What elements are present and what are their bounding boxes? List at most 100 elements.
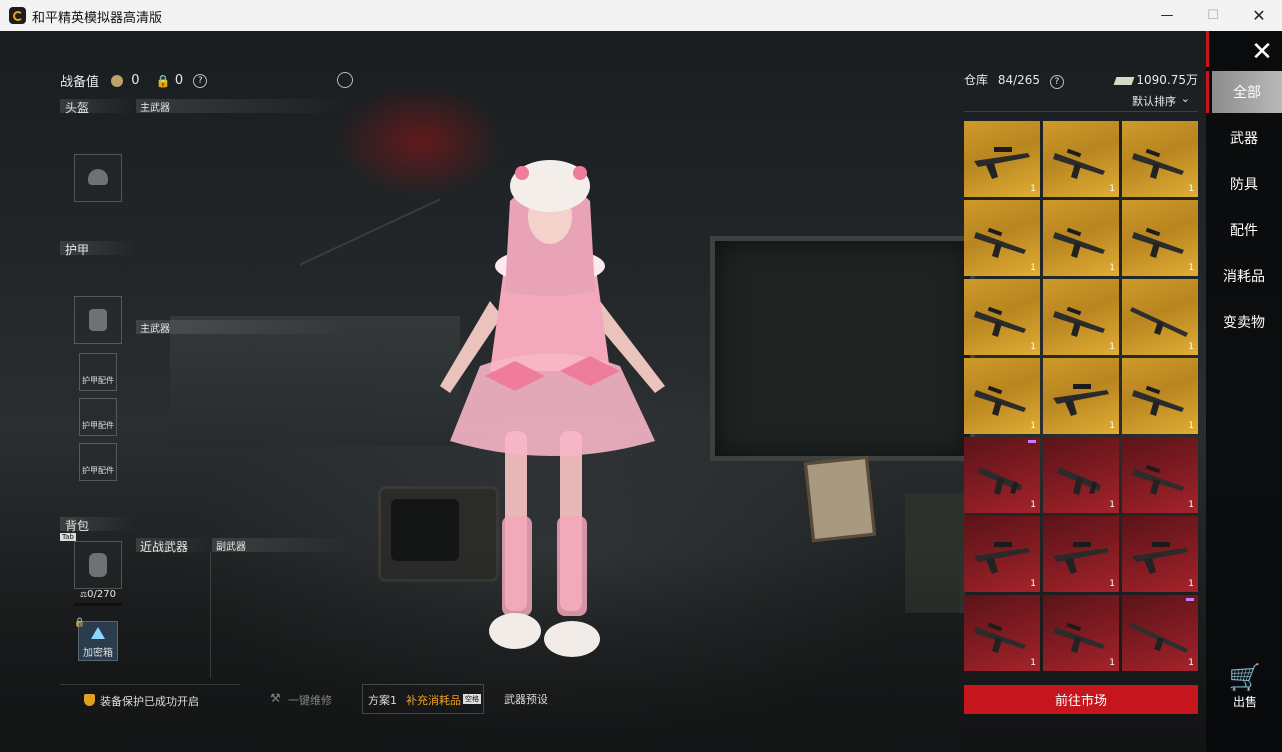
armor-part-slot-1[interactable]: 护甲配件: [79, 353, 117, 391]
warehouse-item[interactable]: 1: [1043, 595, 1119, 671]
window-titlebar: 和平精英模拟器高清版 — ☐ ✕: [0, 0, 1282, 32]
plan-selector[interactable]: 方案1 补充消耗品 空格: [362, 684, 484, 714]
cart-icon: 🛒: [1228, 663, 1262, 693]
item-quantity: 1: [1030, 184, 1036, 194]
armor-slot[interactable]: [74, 296, 122, 344]
warehouse-item[interactable]: 1: [1043, 437, 1119, 513]
item-quantity: 1: [1109, 658, 1115, 668]
diamond-icon: [91, 627, 105, 639]
smg-icon: [1057, 467, 1101, 495]
space-key-badge: 空格: [463, 694, 481, 704]
app-icon: [9, 7, 26, 24]
tab-category[interactable]: 消耗品: [1206, 255, 1282, 297]
armor-part-label: 护甲配件: [82, 466, 114, 475]
repair-button[interactable]: ⚒ 一键维修: [244, 684, 356, 714]
sniper-rifle-icon: [974, 542, 1030, 574]
help-icon[interactable]: ?: [193, 73, 208, 88]
go-to-market-button[interactable]: 前往市场: [964, 685, 1198, 714]
warehouse-item[interactable]: 1: [1122, 595, 1198, 671]
close-window-button[interactable]: ✕: [1236, 0, 1282, 31]
warehouse-item[interactable]: 1: [1122, 516, 1198, 592]
safebox-slot[interactable]: 加密箱: [78, 621, 118, 661]
item-quantity: 1: [1109, 263, 1115, 273]
warehouse-item[interactable]: 1: [964, 358, 1040, 434]
warehouse-item[interactable]: 1: [1122, 358, 1198, 434]
weapon-preset-button[interactable]: 武器预设: [498, 684, 558, 714]
item-quantity: 1: [1109, 184, 1115, 194]
assault-rifle-icon: [974, 227, 1026, 258]
helmet-icon: [88, 169, 108, 185]
warehouse-item[interactable]: 1: [964, 437, 1040, 513]
marksman-rifle-icon: [1130, 307, 1188, 337]
warehouse-item[interactable]: 1: [1043, 200, 1119, 276]
helmet-slot[interactable]: [74, 154, 122, 202]
item-quantity: 1: [1188, 342, 1194, 352]
warehouse-item[interactable]: 1: [964, 121, 1040, 197]
armor-part-slot-2[interactable]: 护甲配件: [79, 398, 117, 436]
tab-category[interactable]: 武器: [1206, 117, 1282, 159]
eye-icon[interactable]: [337, 72, 353, 88]
warehouse-item[interactable]: 1: [964, 595, 1040, 671]
combat-value-bar: 战备值 0 🔒 0 ?: [60, 71, 208, 90]
protection-text: 装备保护已成功开启: [100, 695, 199, 708]
item-quantity: 1: [1188, 579, 1194, 589]
maximize-button[interactable]: ☐: [1190, 0, 1236, 31]
warehouse-header: 仓库 84/265 ? 1090.75万: [964, 71, 1198, 89]
warehouse-item[interactable]: 1: [964, 200, 1040, 276]
item-quantity: 1: [1188, 263, 1194, 273]
backpack-slot[interactable]: [74, 541, 122, 589]
backpack-capacity: ⚖0/270: [74, 589, 122, 600]
warehouse-item[interactable]: 1: [964, 279, 1040, 355]
combat-value: 0: [131, 73, 140, 88]
tab-category[interactable]: 变卖物: [1206, 301, 1282, 343]
item-quantity: 1: [1188, 658, 1194, 668]
rarity-tag: [1186, 598, 1194, 601]
game-viewport: 战备值 0 🔒 0 ? 头盔 主武器 护甲 主武器 护甲配件 护甲配件 护甲配件…: [0, 31, 1282, 752]
coin-icon: [111, 74, 124, 87]
wrench-icon: ⚒: [270, 691, 281, 705]
warehouse-label: 仓库: [964, 73, 989, 87]
supply-label[interactable]: 补充消耗品: [406, 692, 461, 708]
sort-label: 默认排序: [1132, 95, 1176, 108]
tab-category[interactable]: 全部: [1206, 71, 1282, 113]
assault-rifle-icon: [1132, 227, 1184, 258]
tab-category[interactable]: 配件: [1206, 209, 1282, 251]
assault-rifle-icon: [1053, 306, 1105, 337]
category-sidebar: ✕ 全部 武器 防具 配件 消耗品 变卖物 🛒 出售: [1206, 31, 1282, 752]
armor-part-slot-3[interactable]: 护甲配件: [79, 443, 117, 481]
item-quantity: 1: [1030, 263, 1036, 273]
warehouse-item[interactable]: 1: [1122, 200, 1198, 276]
warehouse-help-icon[interactable]: ?: [1049, 75, 1064, 89]
warehouse-count: 84/265: [997, 73, 1041, 87]
capacity-bar: [74, 603, 122, 606]
warehouse-item[interactable]: 1: [964, 516, 1040, 592]
sniper-rifle-icon: [1053, 542, 1109, 574]
protection-status: 装备保护已成功开启: [60, 684, 240, 715]
warehouse-item[interactable]: 1: [1043, 358, 1119, 434]
minimize-button[interactable]: —: [1144, 0, 1190, 31]
tab-category[interactable]: 防具: [1206, 163, 1282, 205]
warehouse-item[interactable]: 1: [1043, 279, 1119, 355]
assault-rifle-icon: [1053, 148, 1105, 179]
repair-label: 一键维修: [288, 694, 332, 707]
money-value: 1090.75万: [1136, 73, 1198, 87]
marksman-rifle-icon: [1130, 623, 1188, 653]
assault-rifle-icon: [974, 385, 1026, 416]
sell-button[interactable]: 🛒 出售: [1224, 663, 1266, 710]
sell-label: 出售: [1232, 695, 1257, 709]
warehouse-item[interactable]: 1: [1043, 121, 1119, 197]
close-icon[interactable]: ✕: [1242, 37, 1282, 67]
assault-rifle-icon: [1132, 464, 1184, 495]
character-model[interactable]: [410, 141, 690, 681]
backpack-capacity-value: 0/270: [87, 589, 116, 600]
warehouse-item[interactable]: 1: [1122, 279, 1198, 355]
warehouse-item[interactable]: 1: [1122, 437, 1198, 513]
warehouse-item[interactable]: 1: [1122, 121, 1198, 197]
secondary-weapon-slot[interactable]: [210, 553, 352, 678]
sort-dropdown[interactable]: 默认排序 ⌄: [964, 91, 1198, 112]
warehouse-item[interactable]: 1: [1043, 516, 1119, 592]
accent-bar: [1206, 31, 1209, 67]
backpack-label: 背包: [65, 519, 90, 533]
assault-rifle-icon: [1053, 622, 1105, 653]
secondary-label: 副武器: [216, 542, 246, 553]
